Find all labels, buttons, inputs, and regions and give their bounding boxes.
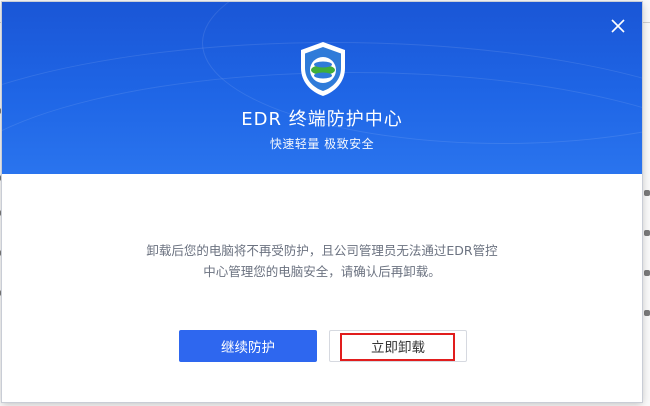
- continue-protection-button[interactable]: 继续防护: [179, 330, 317, 362]
- warning-message: 卸载后您的电脑将不再受防护，且公司管理员无法通过EDR管控 中心管理您的电脑安全…: [102, 240, 542, 282]
- background-mark: [644, 310, 650, 316]
- app-subtitle: 快速轻量 极致安全: [269, 137, 375, 151]
- close-icon: [611, 19, 625, 33]
- shield-logo-icon: [301, 42, 345, 96]
- close-button[interactable]: [608, 16, 628, 36]
- message-line: 卸载后您的电脑将不再受防护，且公司管理员无法通过EDR管控: [146, 243, 498, 258]
- background-mark: [644, 270, 650, 276]
- uninstall-now-button[interactable]: 立即卸载: [329, 330, 467, 362]
- uninstall-dialog: EDR 终端防护中心 快速轻量 极致安全 卸载后您的电脑将不再受防护，且公司管理…: [2, 2, 642, 402]
- background-mark: [644, 190, 650, 196]
- app-title: EDR 终端防护中心: [241, 109, 403, 130]
- dialog-header: EDR 终端防护中心 快速轻量 极致安全: [2, 2, 642, 174]
- background-mark: [644, 230, 650, 236]
- message-line: 中心管理您的电脑安全，请确认后再卸载。: [203, 264, 441, 279]
